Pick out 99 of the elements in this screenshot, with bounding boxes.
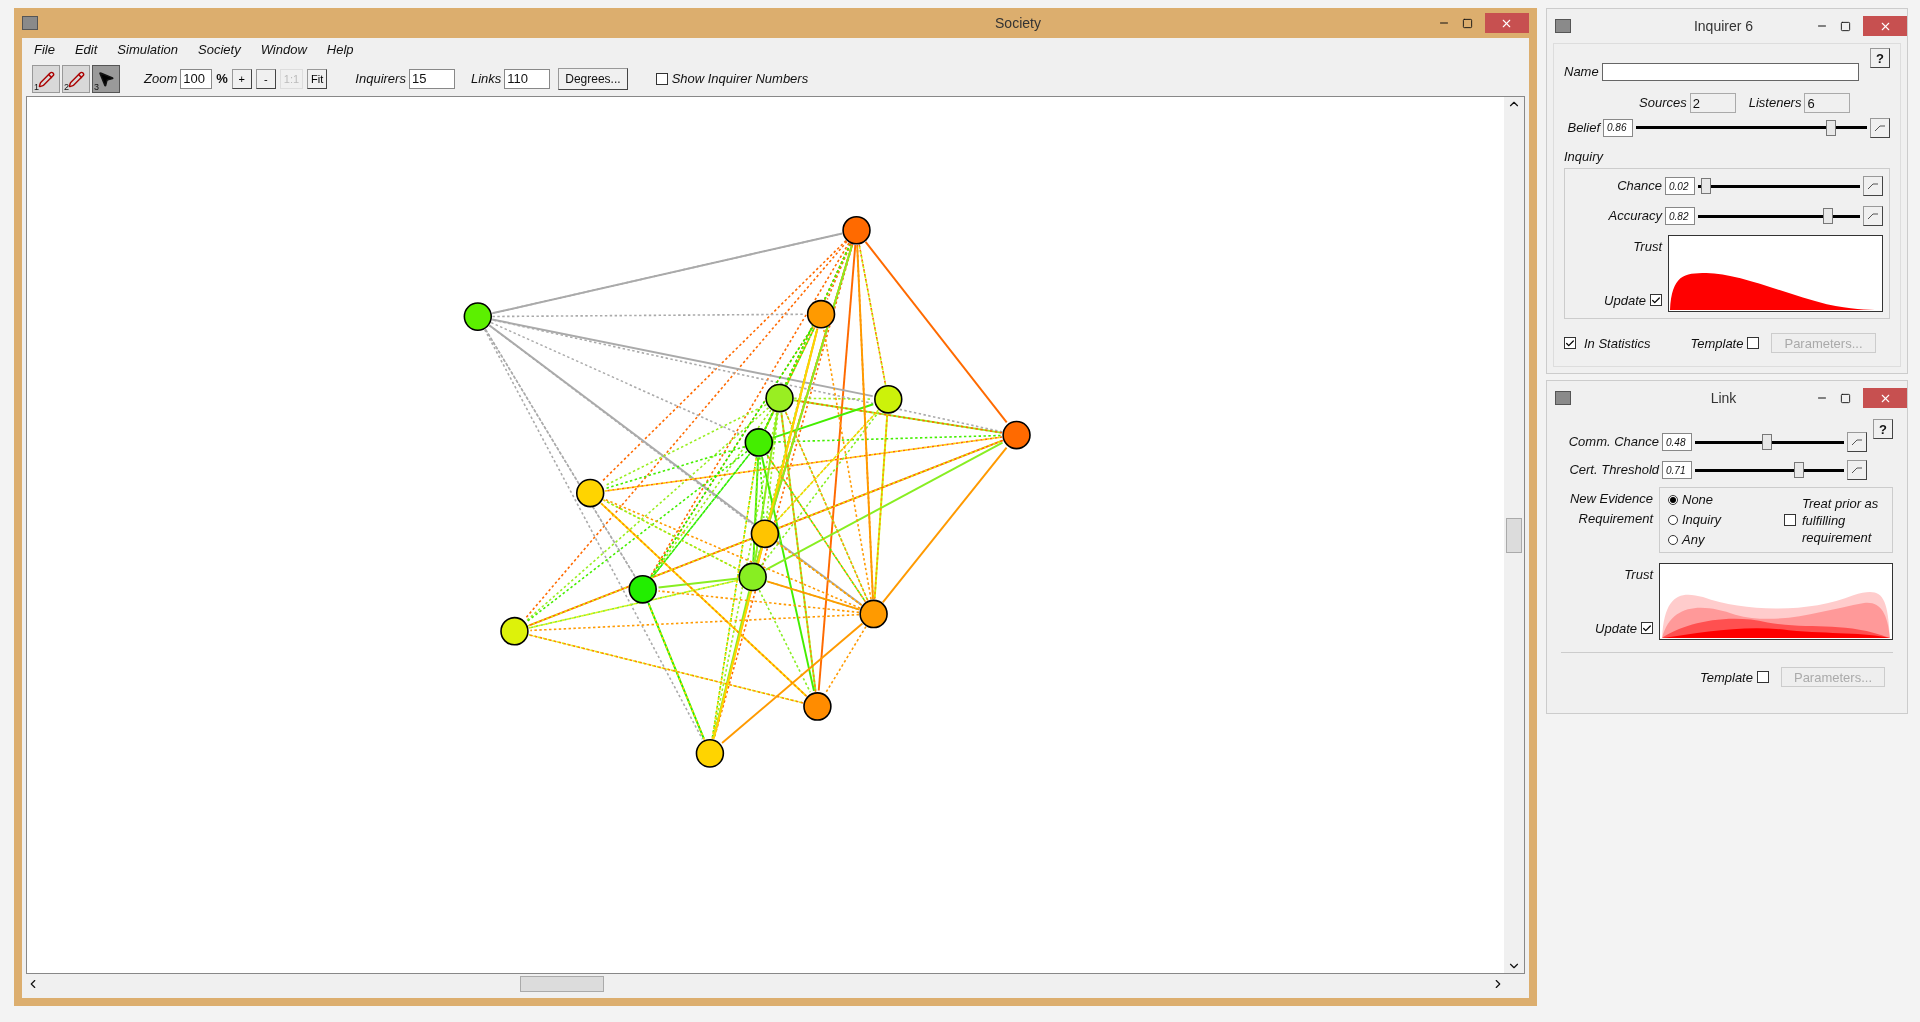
curve-icon bbox=[1874, 123, 1886, 132]
slider-thumb[interactable] bbox=[1701, 178, 1712, 194]
scroll-thumb[interactable] bbox=[1506, 517, 1522, 553]
trust-label: Trust bbox=[1633, 238, 1662, 256]
curve-button[interactable] bbox=[1870, 117, 1890, 138]
curve-button[interactable] bbox=[1847, 432, 1867, 452]
checkbox[interactable] bbox=[1564, 337, 1576, 350]
section-label: Inquiry bbox=[1564, 147, 1605, 166]
slider-label: Chance bbox=[1616, 177, 1662, 196]
slider-thumb[interactable] bbox=[1761, 434, 1772, 450]
in-statistics-label: In Statistics bbox=[1584, 334, 1651, 353]
trust-label: Trust bbox=[1624, 566, 1653, 584]
curve-button[interactable] bbox=[1863, 176, 1883, 196]
app-icon bbox=[22, 16, 38, 30]
update-label: Update bbox=[1595, 619, 1637, 638]
slider-thumb[interactable] bbox=[1793, 462, 1804, 478]
value-field[interactable]: 0.02 bbox=[1665, 177, 1695, 195]
listeners-field[interactable]: 6 bbox=[1804, 92, 1851, 113]
menu-item[interactable]: File bbox=[34, 40, 55, 60]
curve-icon bbox=[1867, 212, 1879, 220]
checkbox-label: Show Inquirer Numbers bbox=[671, 70, 809, 89]
checkbox[interactable] bbox=[655, 73, 668, 85]
window-title: Link bbox=[1710, 388, 1737, 408]
checkbox[interactable] bbox=[1747, 337, 1760, 350]
zoom-field[interactable]: 100 bbox=[180, 69, 213, 89]
help-button[interactable]: ? bbox=[1873, 419, 1893, 439]
slider-label: Belief bbox=[1566, 118, 1600, 137]
curve-icon bbox=[1851, 466, 1863, 474]
listeners-label: Listeners bbox=[1748, 93, 1802, 112]
slider-label: Cert. Threshold bbox=[1568, 461, 1659, 480]
template-label: Template bbox=[1699, 668, 1753, 687]
scroll-thumb[interactable] bbox=[520, 976, 604, 992]
menu-item[interactable]: Society bbox=[198, 40, 241, 60]
menu-item[interactable]: Window bbox=[260, 40, 307, 60]
radio-label: Inquiry bbox=[1682, 511, 1722, 530]
update-label: Update bbox=[1604, 291, 1646, 310]
radio-button[interactable] bbox=[1668, 495, 1678, 505]
tool-button[interactable]: 1 bbox=[32, 65, 60, 93]
links-field[interactable]: 110 bbox=[504, 69, 551, 89]
menu-item[interactable]: Help bbox=[326, 40, 354, 60]
maximize-icon[interactable] bbox=[1462, 17, 1473, 29]
slider-label: Comm. Chance bbox=[1567, 433, 1659, 452]
tool-button[interactable]: 3 bbox=[92, 65, 120, 93]
value-field[interactable]: 0.82 bbox=[1665, 207, 1695, 225]
value-field[interactable]: 0.86 bbox=[1603, 118, 1633, 137]
checkbox[interactable] bbox=[1756, 671, 1769, 684]
app-icon bbox=[1555, 391, 1571, 405]
tool-button[interactable]: 2 bbox=[62, 65, 90, 93]
tool-number: 2 bbox=[64, 83, 69, 92]
requirement-label: New Evidence Requirement bbox=[1568, 490, 1653, 528]
zoom-label: Zoom bbox=[144, 70, 178, 89]
radio-label: None bbox=[1682, 491, 1714, 510]
curve-icon bbox=[1851, 438, 1863, 446]
help-button[interactable]: ? bbox=[1870, 48, 1890, 68]
inquirers-label: Inquirers bbox=[355, 70, 406, 89]
window-title: Society bbox=[995, 13, 1041, 33]
radio-button[interactable] bbox=[1668, 535, 1678, 545]
zoom-step-button[interactable]: Fit bbox=[307, 69, 328, 89]
slider[interactable] bbox=[1695, 460, 1844, 480]
curve-button[interactable] bbox=[1863, 206, 1883, 226]
percent-label: % bbox=[216, 70, 228, 89]
radio-button[interactable] bbox=[1668, 515, 1678, 525]
slider[interactable] bbox=[1695, 432, 1844, 452]
window-title: Inquirer 6 bbox=[1693, 16, 1754, 36]
checkbox[interactable] bbox=[1641, 622, 1653, 635]
menu-item[interactable]: Edit bbox=[74, 40, 98, 60]
degrees-button[interactable]: Degrees... bbox=[558, 68, 628, 90]
name-field[interactable] bbox=[1601, 62, 1859, 81]
template-label: Template bbox=[1690, 334, 1744, 353]
inquirers-field[interactable]: 15 bbox=[408, 69, 455, 89]
sources-field[interactable]: 2 bbox=[1689, 92, 1736, 113]
tool-number: 3 bbox=[94, 83, 99, 92]
checkbox[interactable] bbox=[1784, 514, 1796, 526]
slider[interactable] bbox=[1698, 206, 1860, 226]
links-label: Links bbox=[470, 70, 502, 89]
zoom-step-button[interactable]: + bbox=[231, 69, 252, 89]
value-field[interactable]: 0.71 bbox=[1662, 461, 1692, 479]
value-field[interactable]: 0.48 bbox=[1662, 433, 1692, 451]
slider-label: Accuracy bbox=[1607, 207, 1662, 226]
curve-icon bbox=[1867, 182, 1879, 190]
slider-thumb[interactable] bbox=[1826, 119, 1837, 136]
pointer-icon bbox=[97, 70, 115, 88]
zoom-step-button[interactable]: - bbox=[255, 69, 276, 89]
sources-label: Sources bbox=[1639, 93, 1687, 112]
app-icon bbox=[1555, 19, 1571, 33]
slider[interactable] bbox=[1698, 176, 1860, 196]
maximize-icon[interactable] bbox=[1840, 392, 1851, 404]
pencil-icon bbox=[67, 70, 85, 88]
menu-item[interactable]: Simulation bbox=[117, 40, 179, 60]
curve-button[interactable] bbox=[1847, 460, 1867, 480]
pencil-icon bbox=[37, 70, 55, 88]
maximize-icon[interactable] bbox=[1840, 20, 1851, 32]
checkbox[interactable] bbox=[1650, 294, 1662, 307]
name-label: Name bbox=[1564, 63, 1599, 81]
slider-thumb[interactable] bbox=[1822, 208, 1833, 224]
radio-label: Any bbox=[1682, 531, 1705, 550]
tool-number: 1 bbox=[34, 83, 39, 92]
treat-prior-label: Treat prior as fulfilling requirement bbox=[1802, 494, 1880, 546]
slider[interactable] bbox=[1636, 117, 1867, 138]
